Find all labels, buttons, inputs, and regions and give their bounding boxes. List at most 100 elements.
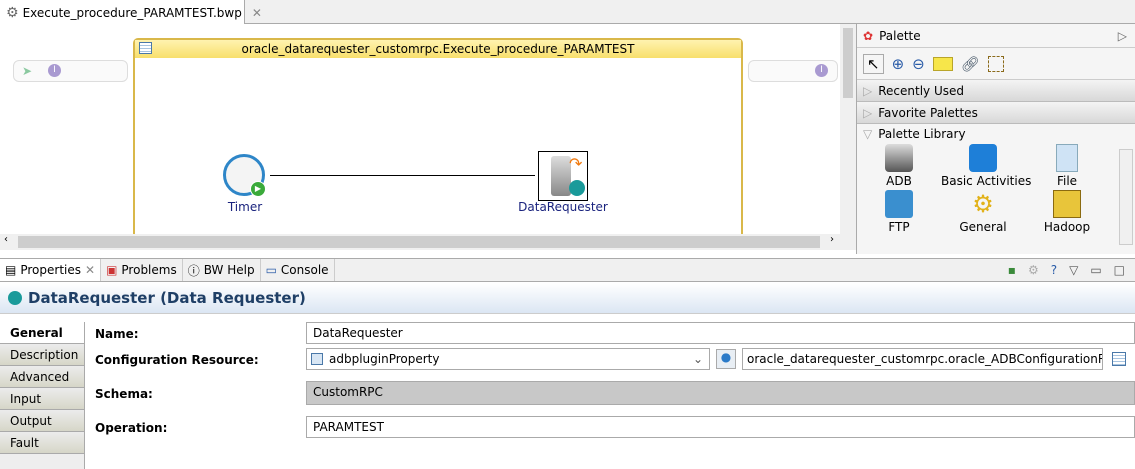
info-icon[interactable]: I [48,64,61,77]
palette-item-hadoop[interactable]: Hadoop [1025,190,1109,234]
browse-resource-icon[interactable] [1112,352,1126,366]
play-icon [969,144,997,172]
transition-arrow[interactable] [270,175,535,176]
palette-item-general[interactable]: ⚙ General [941,190,1025,234]
link-icon[interactable]: 🔗︎ [961,55,980,73]
collapse-icon[interactable]: ▷ [1118,29,1127,43]
properties-title: DataRequester (Data Requester) [28,289,306,307]
start-lane: ➤ I [13,60,128,82]
table-icon [139,42,152,54]
chevron-down-icon[interactable]: ⌄ [693,349,703,369]
tab-bw-help[interactable]: ⓘ BW Help [183,259,261,281]
event-icon: ➤ [22,64,33,78]
process-title: oracle_datarequester_customrpc.Execute_p… [241,42,635,56]
info-icon[interactable]: I [815,64,828,77]
view-menu-icon[interactable]: ▽ [1069,263,1078,277]
tab-label: Properties [20,263,81,277]
palette-section-favorite-palettes[interactable]: ▷ Favorite Palettes [857,102,1135,124]
process-header: oracle_datarequester_customrpc.Execute_p… [135,40,741,58]
tab-properties[interactable]: ▤ Properties ✕ [0,259,102,281]
item-label: Basic Activities [941,174,1032,188]
datarequester-activity[interactable]: ↷ [538,151,588,201]
minimize-icon[interactable]: ▭ [1090,263,1101,277]
palette-title: Palette [879,28,921,43]
item-label: ADB [886,174,912,188]
editor-tab[interactable]: ⚙ Execute_procedure_PARAMTEST.bwp ✕ [0,0,262,25]
zoom-out-icon[interactable]: ⊖ [912,55,925,73]
ftp-icon [885,190,913,218]
item-label: General [959,220,1007,234]
bottom-tab-bar: ▤ Properties ✕ ▣ Problems ⓘ BW Help ▭ Console… [0,258,1135,282]
pin-icon[interactable]: ▪ [1008,263,1016,277]
item-label: File [1056,174,1078,188]
gear-icon [569,180,585,196]
globe-icon: ● [720,350,732,364]
properties-icon: ▤ [5,263,17,277]
gear-icon: ⚙ [6,4,19,21]
timer-label: Timer [227,200,263,214]
palette-item-ftp[interactable]: FTP [857,190,941,234]
config-resource-select[interactable]: adbpluginProperty ⌄ [306,348,710,370]
side-tab-output[interactable]: Output [0,410,84,432]
schema-field: CustomRPC [306,381,1135,405]
name-input[interactable]: DataRequester [306,322,1135,344]
operation-label: Operation: [95,421,168,435]
tab-label: Problems [121,263,177,277]
side-tab-fault[interactable]: Fault [0,432,84,454]
problems-icon: ▣ [106,263,118,277]
help-icon[interactable]: ? [1051,263,1057,277]
help-icon: ⓘ [187,263,200,278]
hadoop-icon [1053,190,1081,218]
palette-section-library[interactable]: ▽ Palette Library [857,124,1135,144]
palette-section-recently-used[interactable]: ▷ Recently Used [857,80,1135,102]
datarequester-label: DataRequester [518,200,608,214]
end-lane: I [748,60,838,82]
palette-toolbar: ↖ ⊕ ⊖ 🔗︎ [857,48,1135,80]
console-icon: ▭ [265,263,277,277]
editor-tab-title: Execute_procedure_PARAMTEST.bwp [22,5,242,20]
marquee-icon[interactable] [987,55,1004,72]
palette-item-adb[interactable]: ADB [857,144,941,188]
zoom-in-icon[interactable]: ⊕ [892,55,905,73]
palette-item-file[interactable]: File [1025,144,1109,188]
palette-scrollbar[interactable] [1119,149,1133,245]
resource-icon [311,353,323,365]
tab-label: Console [280,263,329,277]
tab-console[interactable]: ▭ Console [261,259,335,281]
note-icon[interactable] [932,56,953,71]
plugin-icon[interactable]: ⚙ [1028,263,1039,277]
close-icon[interactable]: ✕ [85,263,95,277]
view-toolbar: ▪ ⚙ ? ▽ ▭ □ [1008,259,1135,281]
palette-panel: ✿ Palette ▷ ↖ ⊕ ⊖ 🔗︎ ▷ Recently Used ▷ Fav… [856,24,1135,254]
config-resource-value: adbpluginProperty [329,352,440,366]
side-tab-advanced[interactable]: Advanced [0,366,84,388]
section-label: Palette Library [878,127,966,141]
properties-title-bar: DataRequester (Data Requester) [0,283,1135,313]
scrollbar-thumb[interactable] [18,236,820,248]
config-resource-path[interactable]: oracle_datarequester_customrpc.oracle_AD… [742,348,1103,370]
play-icon: ▶ [250,181,266,197]
properties-side-tabs: General Description Advanced Input Outpu… [0,322,85,469]
select-arrow-icon[interactable]: ↖ [863,53,884,74]
datarequester-icon [8,291,22,305]
divider [0,313,1135,314]
side-tab-input[interactable]: Input [0,388,84,410]
name-label: Name: [95,327,139,341]
gears-icon: ⚙ [972,190,994,218]
tab-label: BW Help [203,263,255,277]
new-resource-button[interactable]: ● [716,349,736,369]
tab-problems[interactable]: ▣ Problems [101,259,183,281]
side-tab-description[interactable]: Description [0,344,84,366]
close-icon[interactable]: ✕ [252,6,262,20]
vertical-scrollbar[interactable] [840,24,856,250]
palette-header: ✿ Palette ▷ [857,24,1135,48]
schema-label: Schema: [95,387,153,401]
side-tab-general[interactable]: General [0,322,84,344]
file-icon [1056,144,1078,172]
palette-item-basic-activities[interactable]: Basic Activities [941,144,1031,188]
operation-input[interactable]: PARAMTEST [306,416,1135,438]
database-icon [885,144,913,172]
section-label: Recently Used [878,83,964,98]
maximize-icon[interactable]: □ [1114,263,1125,277]
timer-icon[interactable]: ▶ [223,154,266,197]
